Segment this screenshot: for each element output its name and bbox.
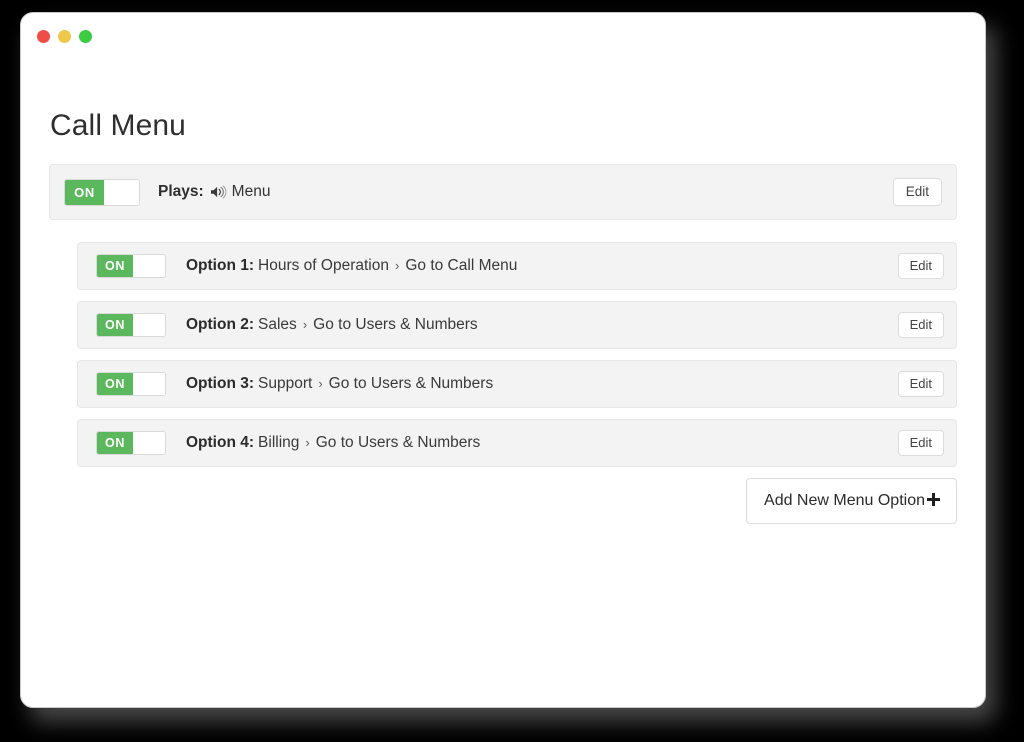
page-title: Call Menu [50, 109, 186, 142]
option-2-edit-button[interactable]: Edit [897, 312, 944, 338]
option-2-toggle-knob [133, 314, 165, 336]
speaker-volume-icon [210, 185, 227, 199]
plays-toggle[interactable]: ON [64, 178, 140, 206]
option-2-toggle-state: ON [97, 314, 133, 336]
window-titlebar [21, 13, 985, 59]
option-4-toggle-state: ON [97, 432, 133, 454]
chevron-right-icon: › [318, 376, 323, 391]
window-minimize-button[interactable] [58, 29, 71, 43]
add-option-row: Add New Menu Option [77, 478, 957, 524]
option-3-toggle-knob [133, 373, 165, 395]
menu-options-list: ON Option 1: Hours of Operation › Go to … [49, 242, 957, 524]
app-window: Call Menu ON Plays: Menu Edit ON Option … [20, 12, 986, 708]
option-1-toggle-state: ON [97, 255, 133, 277]
option-1-toggle[interactable]: ON [96, 254, 166, 278]
chevron-right-icon: › [305, 435, 310, 450]
window-close-button[interactable] [37, 29, 50, 43]
option-3-text: Option 3: Support › Go to Users & Number… [186, 375, 493, 393]
option-1-edit-button[interactable]: Edit [897, 253, 944, 279]
menu-option-row-3[interactable]: ON Option 3: Support › Go to Users & Num… [77, 360, 957, 408]
option-1-text: Option 1: Hours of Operation › Go to Cal… [186, 257, 517, 275]
menu-option-row-1[interactable]: ON Option 1: Hours of Operation › Go to … [77, 242, 957, 290]
plays-card: ON Plays: Menu Edit [49, 164, 957, 220]
option-1-name: Hours of Operation [258, 257, 389, 274]
option-2-toggle[interactable]: ON [96, 313, 166, 337]
option-3-toggle[interactable]: ON [96, 372, 166, 396]
menu-option-row-4[interactable]: ON Option 4: Billing › Go to Users & Num… [77, 419, 957, 467]
add-new-menu-option-label: Add New Menu Option [764, 491, 925, 509]
chevron-right-icon: › [395, 258, 400, 273]
option-4-toggle-knob [133, 432, 165, 454]
option-2-name: Sales [258, 316, 297, 333]
option-4-edit-button[interactable]: Edit [897, 430, 944, 456]
page-content: Call Menu ON Plays: Menu Edit ON Option … [21, 109, 985, 524]
option-3-label: Option 3: [186, 375, 255, 392]
plays-label: Plays: [158, 183, 204, 200]
add-new-menu-option-button[interactable]: Add New Menu Option [746, 478, 957, 524]
option-1-toggle-knob [133, 255, 165, 277]
option-4-toggle[interactable]: ON [96, 431, 166, 455]
plays-text: Plays: Menu [158, 183, 270, 201]
plays-toggle-state: ON [65, 179, 104, 205]
plays-edit-button[interactable]: Edit [892, 177, 942, 207]
plays-toggle-knob [104, 179, 139, 205]
window-maximize-button[interactable] [79, 29, 92, 43]
plus-icon [926, 492, 941, 511]
option-2-text: Option 2: Sales › Go to Users & Numbers [186, 316, 478, 334]
option-2-destination: Go to Users & Numbers [313, 316, 478, 333]
option-4-destination: Go to Users & Numbers [315, 434, 481, 451]
option-1-destination: Go to Call Menu [405, 257, 518, 274]
chevron-right-icon: › [302, 317, 308, 332]
option-3-toggle-state: ON [97, 373, 133, 395]
option-4-name: Billing [258, 434, 300, 451]
plays-value: Menu [231, 183, 271, 200]
menu-option-row-2[interactable]: ON Option 2: Sales › Go to Users & Numbe… [77, 301, 957, 349]
option-3-name: Support [258, 375, 313, 392]
option-4-text: Option 4: Billing › Go to Users & Number… [186, 434, 480, 452]
option-1-label: Option 1: [186, 257, 255, 274]
option-4-label: Option 4: [186, 434, 255, 451]
option-3-destination: Go to Users & Numbers [328, 375, 494, 392]
option-3-edit-button[interactable]: Edit [897, 371, 944, 397]
option-2-label: Option 2: [186, 316, 255, 333]
